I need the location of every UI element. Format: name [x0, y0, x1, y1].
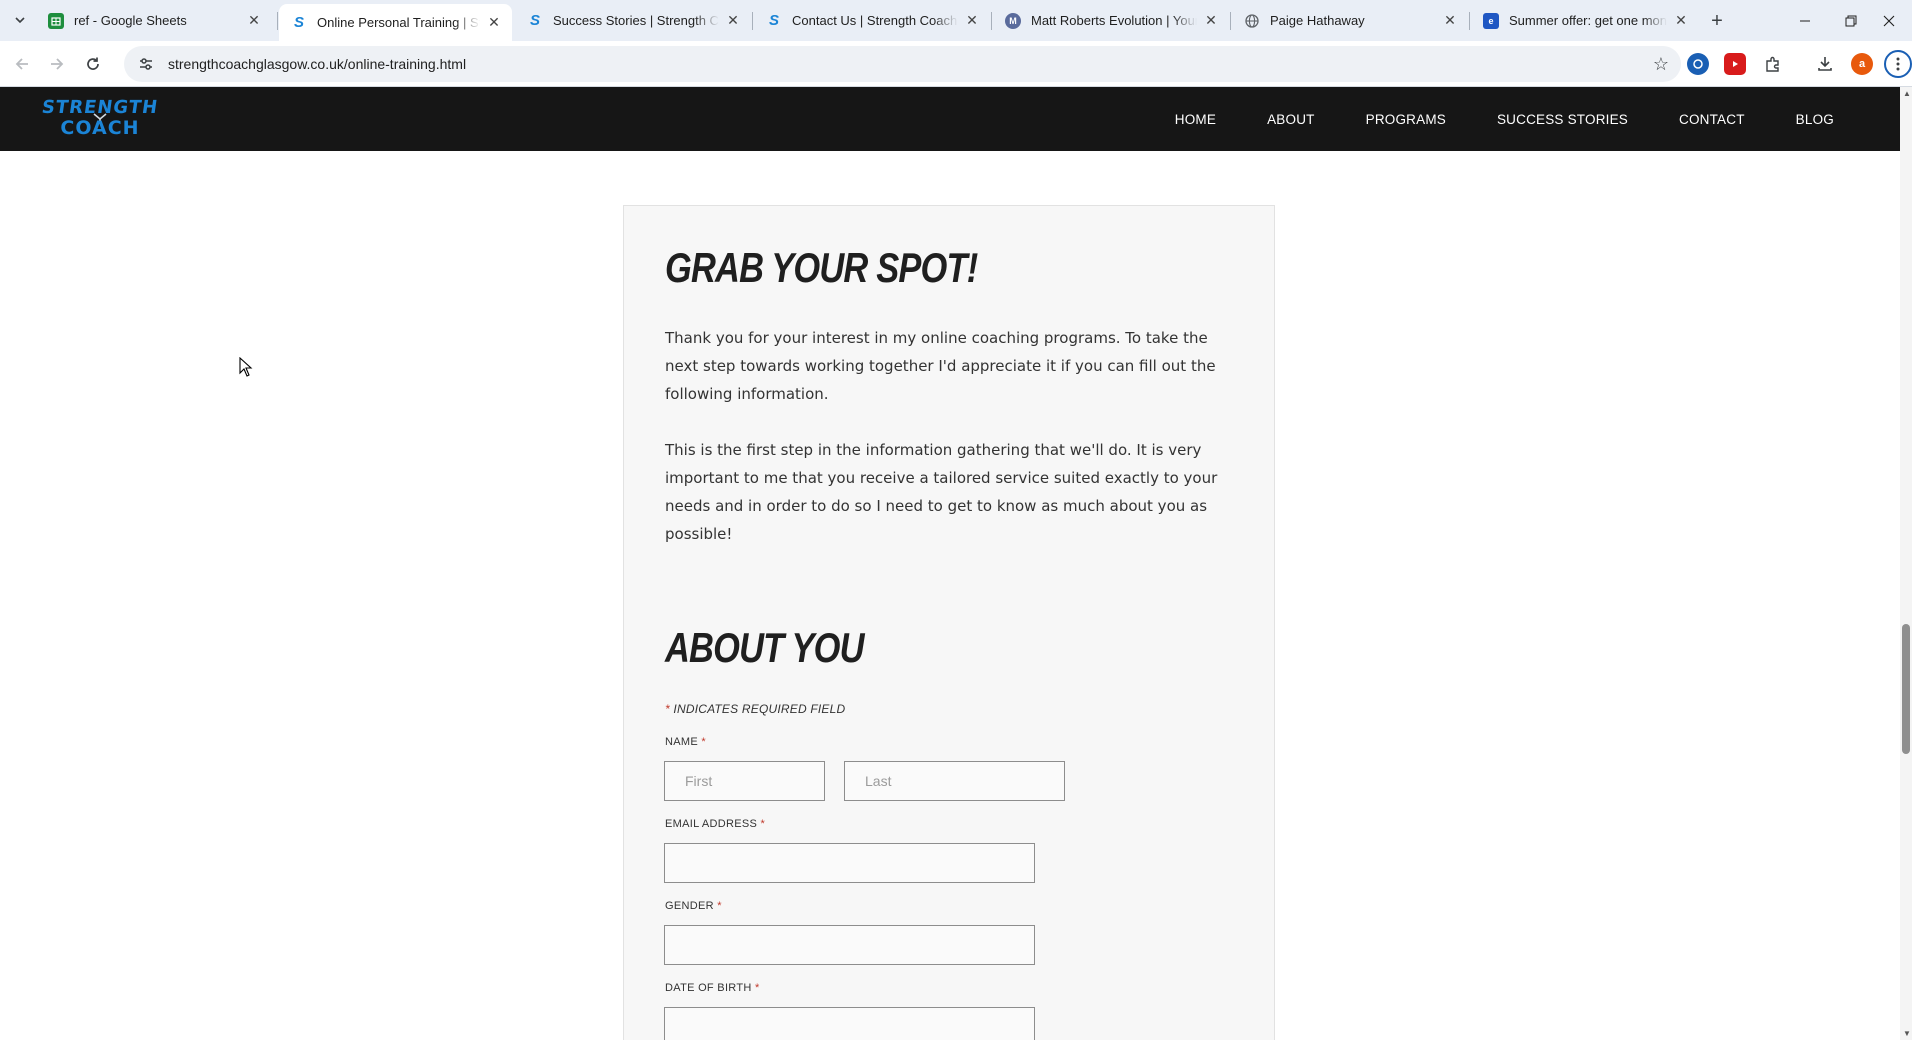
tab-divider [277, 12, 278, 30]
tab-title: Success Stories | Strength Coach Glasgow [553, 13, 719, 28]
nav-programs[interactable]: PROGRAMS [1366, 112, 1446, 127]
close-tab-icon[interactable]: ✕ [1203, 12, 1219, 29]
name-label: NAME * [665, 736, 706, 748]
sheets-icon [48, 12, 64, 29]
main-nav: HOME ABOUT PROGRAMS SUCCESS STORIES CONT… [1124, 87, 1834, 151]
first-name-placeholder: First [685, 773, 713, 789]
signup-card: GRAB YOUR SPOT! Thank you for your inter… [623, 205, 1275, 1040]
tab-title: Matt Roberts Evolution | Young [1031, 13, 1197, 28]
email-label: EMAIL ADDRESS * [665, 818, 765, 830]
back-arrow-icon[interactable] [8, 50, 36, 78]
new-tab-icon[interactable]: + [1704, 8, 1730, 34]
close-tab-icon[interactable]: ✕ [486, 14, 502, 31]
tab-divider [991, 12, 992, 30]
close-tab-icon[interactable]: ✕ [725, 12, 741, 29]
page-viewport: STRENGTH COACH HOME ABOUT PROGRAMS SUCCE… [0, 87, 1900, 1040]
close-tab-icon[interactable]: ✕ [246, 12, 262, 29]
logo-text-bottom: COACH [60, 117, 140, 139]
download-icon[interactable] [1813, 52, 1837, 76]
nav-blog[interactable]: BLOG [1796, 112, 1834, 127]
nav-success-stories[interactable]: SUCCESS STORIES [1497, 112, 1628, 127]
dob-label-text: DATE OF BIRTH [665, 982, 752, 994]
tab-success-stories[interactable]: S Success Stories | Strength Coach Glasg… [515, 4, 751, 37]
profile-avatar[interactable]: a [1851, 53, 1873, 75]
required-note-text: INDICATES REQUIRED FIELD [673, 702, 846, 716]
grab-your-spot-heading: GRAB YOUR SPOT! [665, 244, 978, 291]
dob-label: DATE OF BIRTH * [665, 982, 760, 994]
info-paragraph: This is the first step in the informatio… [665, 441, 1218, 543]
tab-title: ref - Google Sheets [74, 13, 187, 28]
tab-search-chevron-icon[interactable] [8, 8, 32, 32]
tab-title: Online Personal Training | Strength Coac… [317, 15, 480, 30]
first-name-input[interactable]: First [664, 761, 825, 801]
nav-about[interactable]: ABOUT [1267, 112, 1315, 127]
tab-title: Summer offer: get one month free [1509, 13, 1667, 28]
last-name-placeholder: Last [865, 773, 892, 789]
nav-contact[interactable]: CONTACT [1679, 112, 1745, 127]
strength-coach-icon: S [293, 14, 304, 31]
extension-icon[interactable] [1687, 53, 1709, 75]
email-field[interactable] [664, 843, 1035, 883]
tab-title: Paige Hathaway [1270, 13, 1365, 28]
globe-icon [1244, 13, 1260, 29]
tab-matt-roberts[interactable]: M Matt Roberts Evolution | Young ✕ [993, 4, 1229, 37]
chrome-menu-icon[interactable] [1884, 50, 1912, 78]
tab-paige-hathaway[interactable]: Paige Hathaway ✕ [1232, 4, 1468, 37]
scroll-down-arrow-icon[interactable]: ▼ [1903, 1029, 1911, 1038]
forward-arrow-icon[interactable] [43, 50, 71, 78]
reload-icon[interactable] [79, 50, 107, 78]
required-star: * [701, 736, 706, 748]
gender-label-text: GENDER [665, 900, 714, 912]
required-star: * [665, 702, 670, 716]
scrollbar-thumb[interactable] [1902, 624, 1910, 754]
site-settings-icon[interactable] [136, 54, 156, 74]
name-label-text: NAME [665, 736, 698, 748]
tab-summer-offer[interactable]: e Summer offer: get one month free ✕ [1471, 4, 1699, 37]
last-name-input[interactable]: Last [844, 761, 1065, 801]
date-of-birth-field[interactable] [664, 1007, 1035, 1040]
minimize-icon[interactable] [1782, 0, 1828, 41]
close-tab-icon[interactable]: ✕ [964, 12, 980, 29]
gender-field[interactable] [664, 925, 1035, 965]
about-you-heading: ABOUT YOU [665, 624, 864, 671]
profile-initial: a [1858, 58, 1866, 70]
close-tab-icon[interactable]: ✕ [1442, 12, 1458, 29]
offer-icon: e [1483, 12, 1499, 29]
page-scrollbar[interactable]: ▲ ▼ [1900, 87, 1912, 1040]
intro-paragraph: Thank you for your interest in my online… [665, 329, 1216, 403]
required-field-note: * INDICATES REQUIRED FIELD [665, 702, 845, 716]
tab-title: Contact Us | Strength Coach Glasgow [792, 13, 958, 28]
gender-label: GENDER * [665, 900, 722, 912]
matt-roberts-icon: M [1005, 12, 1021, 29]
site-header: STRENGTH COACH HOME ABOUT PROGRAMS SUCCE… [0, 87, 1900, 151]
tab-contact-us[interactable]: S Contact Us | Strength Coach Glasgow ✕ [754, 4, 990, 37]
address-bar[interactable]: strengthcoachglasgow.co.uk/online-traini… [124, 46, 1681, 82]
close-window-icon[interactable] [1866, 0, 1912, 41]
shield-extension-icon[interactable] [1724, 53, 1746, 75]
browser-toolbar: strengthcoachglasgow.co.uk/online-traini… [0, 41, 1912, 87]
nav-home[interactable]: HOME [1175, 112, 1216, 127]
strength-coach-icon: S [529, 12, 540, 29]
strength-coach-logo[interactable]: STRENGTH COACH [38, 97, 162, 141]
required-star: * [760, 818, 766, 830]
tab-divider [752, 12, 753, 30]
email-label-text: EMAIL ADDRESS [665, 818, 758, 830]
extensions-puzzle-icon[interactable] [1761, 52, 1785, 76]
tab-online-training[interactable]: S Online Personal Training | Strength Co… [279, 4, 512, 41]
required-star: * [754, 982, 760, 994]
tab-google-sheets[interactable]: ref - Google Sheets ✕ [36, 4, 272, 37]
tab-divider [1469, 12, 1470, 30]
mouse-cursor-icon [239, 357, 253, 377]
url-text: strengthcoachglasgow.co.uk/online-traini… [168, 56, 467, 72]
tab-divider [1230, 12, 1231, 30]
browser-tab-strip: ref - Google Sheets ✕ S Online Personal … [0, 0, 1912, 41]
bookmark-star-icon[interactable]: ☆ [1653, 54, 1669, 74]
required-star: * [717, 900, 722, 912]
strength-coach-icon: S [768, 12, 779, 29]
close-tab-icon[interactable]: ✕ [1673, 12, 1689, 29]
scroll-up-arrow-icon[interactable]: ▲ [1903, 89, 1911, 98]
